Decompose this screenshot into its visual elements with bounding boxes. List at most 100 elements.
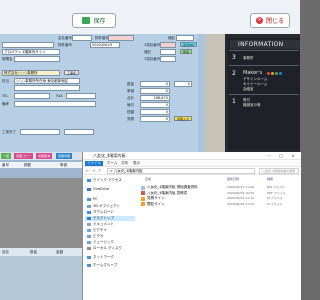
file-name: 見積サイン (147, 196, 165, 200)
nav-item[interactable]: ダウンロード (87, 210, 114, 215)
tab-cancel[interactable]: 見積取消 (36, 153, 53, 159)
address-field[interactable]: ○○○事務所所在地 東京都新宿区 (14, 78, 80, 84)
minimize-icon[interactable]: – (263, 153, 275, 159)
close-button[interactable]: × 閉じる (250, 13, 290, 28)
site-field[interactable] (14, 56, 60, 62)
maximize-icon[interactable]: □ (275, 153, 287, 159)
sheet-body[interactable] (0, 178, 82, 248)
folder-icon (87, 205, 91, 208)
label-estimate: 見積 (127, 117, 134, 121)
nav-item-label: ネットワーク (93, 255, 114, 259)
client-field[interactable]: 株式会社○○○事務所 (2, 70, 60, 76)
file-row[interactable]: 閲覧サイン 2020/06/19 11:52 AI ファイル (139, 202, 299, 207)
file-type: PDF ファイル (267, 190, 286, 195)
aux1-field[interactable]: 0 (174, 81, 192, 87)
label-tax: 税額 (127, 110, 134, 114)
address2-field[interactable] (14, 85, 80, 91)
discount-field[interactable]: 0 (140, 102, 170, 108)
up-arrow-icon[interactable]: ↑ (97, 168, 102, 174)
folder-icon (87, 211, 91, 214)
tab-copy[interactable]: 見積コピー (14, 153, 34, 159)
nav-item-label: 3D オブジェクト (93, 204, 121, 208)
nav-item-label: クイック アクセス (93, 178, 122, 182)
nav-item[interactable]: クイック アクセス (87, 178, 122, 183)
nav-item[interactable]: ビデオ (87, 234, 104, 239)
fax-field[interactable] (66, 93, 96, 99)
display-on-chip[interactable]: 表示ON (180, 42, 197, 47)
ribbon-tab-view[interactable]: 表示 (133, 161, 140, 166)
save-button[interactable]: 保存 (72, 13, 116, 28)
nav-item[interactable]: ドキュメント (87, 222, 114, 227)
nav-item[interactable]: PC (87, 197, 98, 202)
unit-field[interactable]: 0 (140, 88, 170, 94)
total-field[interactable]: 186,870 (140, 95, 170, 101)
tab-bulk[interactable]: 一括 (1, 153, 12, 159)
address-bar[interactable]: > 八女化_4階案内板 (107, 168, 255, 174)
label-note-2: 補記 (144, 50, 151, 54)
file-explorer-window: 八女化_4階案内板 – □ × ファイル ホーム 共有 表示 ← → ↑ > 八… (82, 152, 301, 300)
tel-field[interactable] (14, 93, 50, 99)
nav-item[interactable]: ローカル ディスク (87, 246, 122, 251)
client-short-field[interactable] (2, 42, 54, 48)
file-row[interactable]: 八女化_4階案内板 現地調査資料 2020/06/21 11:06 JPG ファイル (139, 185, 299, 190)
nav-item[interactable]: ネットワーク (87, 255, 114, 260)
note-field[interactable] (176, 35, 194, 41)
explorer-title: 八女化_4階案内板 (93, 153, 126, 158)
ribbon-tab-file[interactable]: ファイル (85, 161, 103, 166)
navigation-pane: クイック アクセス OneDrive PC 3D オブジェクトダウンロード デスクトップ… (83, 175, 137, 300)
floor-2-line: デザインルーム (243, 77, 268, 81)
nav-item-label: ホームグループ (93, 263, 118, 267)
nav-item[interactable]: デスクトップ (85, 216, 135, 221)
ribbon-tab-share[interactable]: 共有 (121, 161, 128, 166)
nav-item[interactable]: ホームグループ (87, 263, 117, 268)
column-type[interactable]: 種類 (267, 177, 273, 181)
close-icon: × (255, 17, 263, 24)
completion-field[interactable] (20, 129, 60, 135)
client-select-button[interactable]: 工事名 (64, 70, 80, 75)
tax-field[interactable]: 0 (140, 109, 170, 115)
qty-field[interactable]: 0 (140, 81, 170, 87)
subject-chip[interactable]: 件名 (180, 49, 193, 54)
nav-item[interactable]: ピクチャ (87, 228, 107, 233)
tab-print[interactable]: 見積印刷 (56, 153, 73, 159)
search-input[interactable]: 八女化_4階案内板の検索 (259, 168, 299, 174)
nav-item[interactable]: 3D オブジェクト (87, 204, 120, 209)
estimate-form: 会社番号 物件番号 補記 物件番号 2020/06/19 3項目番号 表示ON … (0, 34, 198, 152)
company-code-field[interactable] (72, 35, 92, 41)
note2-field[interactable] (160, 49, 176, 55)
sign-divider (229, 94, 299, 95)
property-name-field[interactable]: プロパティ 4階案内サイン (2, 49, 60, 55)
file-row[interactable]: 八女化_4階案内板 見積書 2020/06/19 10:54 PDF ファイル (139, 191, 299, 196)
estimate-input-chip[interactable]: 見積入力 (174, 116, 193, 121)
label-property-no: 物件番号 (95, 36, 109, 40)
file-row[interactable]: 見積サイン 2020/06/19 11:32 AI ファイル (139, 196, 299, 201)
column-date[interactable]: 更新日時 (227, 177, 239, 181)
remarks-field[interactable] (14, 101, 96, 107)
close-window-icon[interactable]: × (287, 153, 299, 159)
item3-2-field[interactable] (160, 56, 176, 62)
floor-3-line: 事務所 (243, 56, 254, 60)
label-remarks: 備考 (2, 102, 9, 106)
label-item3: 3項目番号 (144, 43, 161, 47)
back-arrow-icon[interactable]: ← (85, 168, 90, 174)
label-property-no-2: 物件番号 (58, 43, 72, 47)
nav-item[interactable]: ミュージック (87, 240, 114, 245)
nav-item-label: OneDrive (93, 187, 110, 191)
save-label: 保存 (93, 18, 106, 25)
folder-icon (87, 223, 91, 226)
file-date: 2020/06/21 11:06 (227, 185, 254, 189)
date-field[interactable]: 2020/06/19 (90, 42, 120, 48)
sheet-header-row: 番号 摘要 単価 (0, 162, 82, 168)
nav-item[interactable]: OneDrive (87, 187, 109, 192)
estimate-field[interactable]: 0 (140, 116, 170, 122)
file-type: JPG ファイル (267, 185, 285, 189)
forward-arrow-icon[interactable]: → (91, 168, 96, 174)
column-name[interactable]: 名前 (145, 177, 151, 181)
floor-1-line: 受付 (243, 98, 250, 102)
completion2-field[interactable] (64, 129, 94, 135)
label-fax: FAX (56, 94, 63, 98)
ribbon-tab-home[interactable]: ホーム (107, 161, 117, 166)
sign-photo: INFORMATION 3 事務所 2 Maker's デザインルーム セミナー… (205, 34, 300, 152)
property-no-field[interactable] (108, 35, 134, 41)
item3-field[interactable] (160, 42, 176, 48)
